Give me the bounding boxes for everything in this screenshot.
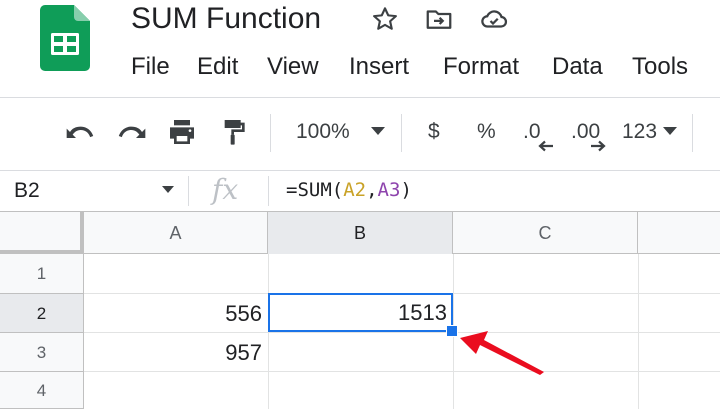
row-header-3[interactable]: 3 (0, 333, 84, 372)
chevron-down-icon[interactable] (371, 127, 385, 136)
header-divider (0, 97, 720, 98)
row-header-2[interactable]: 2 (0, 294, 84, 333)
select-all-corner[interactable] (0, 212, 84, 254)
selected-cell-border (268, 293, 453, 332)
menu-tools[interactable]: Tools (632, 52, 688, 82)
formula-ref-a2: A2 (343, 179, 367, 201)
column-header-b[interactable]: B (268, 212, 453, 254)
cloud-saved-icon[interactable] (479, 4, 509, 34)
row-header-1[interactable]: 1 (0, 254, 84, 294)
name-box[interactable]: B2 (14, 171, 184, 211)
percent-format-button[interactable]: % (477, 116, 496, 148)
fx-icon: fx (212, 173, 239, 206)
toolbar-separator (692, 114, 693, 152)
row-header-4[interactable]: 4 (0, 372, 84, 409)
formula-input[interactable]: =SUM(A2,A3) (286, 176, 412, 204)
menu-insert[interactable]: Insert (349, 52, 409, 82)
toolbar-separator (270, 114, 271, 152)
name-box-value: B2 (14, 179, 40, 202)
menu-view[interactable]: View (267, 52, 319, 82)
menu-format[interactable]: Format (443, 52, 519, 82)
zoom-select[interactable]: 100% (296, 116, 350, 148)
print-icon[interactable] (166, 116, 198, 148)
column-header-d[interactable] (638, 212, 720, 254)
currency-format-button[interactable]: $ (428, 116, 440, 148)
increase-decimal-arrow-icon (591, 140, 606, 152)
cell-a3[interactable]: 957 (84, 334, 262, 372)
menu-data[interactable]: Data (552, 52, 603, 82)
column-header-a[interactable]: A (84, 212, 268, 254)
formula-text: =SUM( (286, 179, 344, 201)
cell-a2[interactable]: 556 (84, 295, 262, 333)
redo-icon[interactable] (116, 116, 148, 148)
sheets-logo[interactable] (40, 5, 90, 71)
chevron-down-icon[interactable] (663, 127, 677, 136)
formula-ref-a3: A3 (377, 179, 401, 201)
menu-file[interactable]: File (131, 52, 170, 82)
undo-icon[interactable] (64, 116, 96, 148)
document-title[interactable]: SUM Function (131, 0, 321, 38)
menu-edit[interactable]: Edit (197, 52, 238, 82)
grid-line (638, 254, 639, 409)
column-header-c[interactable]: C (453, 212, 638, 254)
star-icon[interactable] (370, 4, 400, 34)
move-to-folder-icon[interactable] (424, 4, 454, 34)
annotation-arrow-icon (460, 331, 544, 375)
toolbar-separator (401, 114, 402, 152)
formula-close-paren: ) (400, 179, 412, 201)
formula-comma: , (366, 179, 378, 201)
formula-bar-separator (188, 176, 189, 206)
chevron-down-icon[interactable] (162, 186, 174, 194)
decrease-decimal-arrow-icon (538, 140, 553, 152)
formula-bar-separator (268, 176, 269, 206)
more-formats-button[interactable]: 123 (622, 116, 657, 148)
paint-format-icon[interactable] (218, 116, 250, 148)
